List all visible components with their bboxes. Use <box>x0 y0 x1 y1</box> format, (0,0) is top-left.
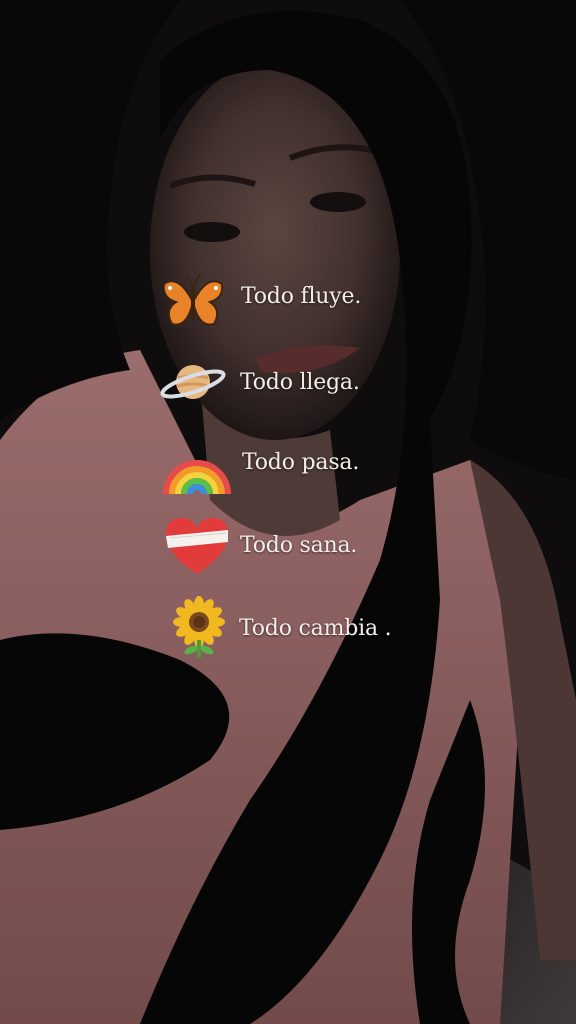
story-view: Todo fluye. Todo llega. Todo pasa. Todo … <box>0 0 576 1024</box>
story-line: Todo pasa. <box>0 432 576 496</box>
line-text: Todo sana. <box>240 533 358 558</box>
line-text: Todo pasa. <box>242 450 360 475</box>
ringed-planet-icon <box>158 350 228 414</box>
sunflower-icon <box>164 596 234 660</box>
bandaged-heart-icon <box>162 514 232 578</box>
rainbow-icon <box>162 432 232 496</box>
butterfly-icon <box>158 270 228 334</box>
line-text: Todo fluye. <box>241 284 362 309</box>
story-line: Todo cambia . <box>0 596 576 660</box>
story-line: Todo sana. <box>0 516 576 576</box>
line-text: Todo llega. <box>240 370 360 395</box>
story-line: Todo fluye. <box>0 272 576 332</box>
line-text: Todo cambia . <box>239 616 392 641</box>
story-line: Todo llega. <box>0 352 576 412</box>
background-photo <box>0 0 576 1024</box>
